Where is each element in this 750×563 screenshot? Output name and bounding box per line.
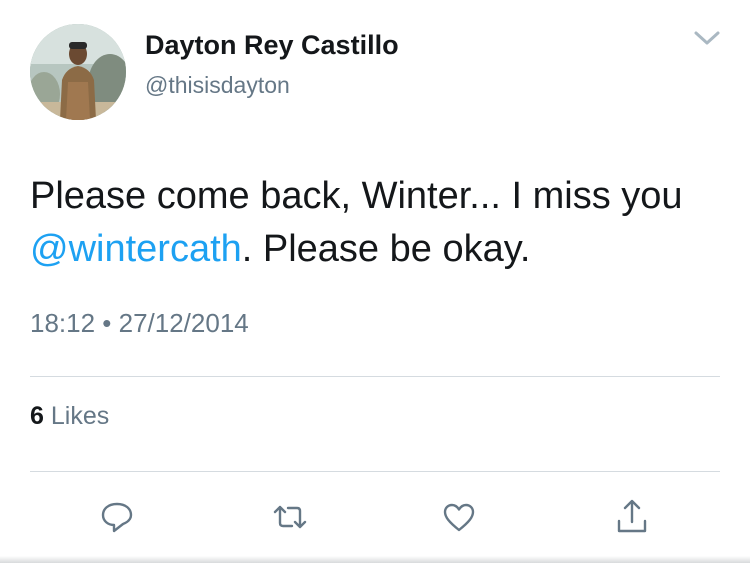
retweet-icon [273,505,307,529]
bottom-edge [0,556,750,563]
tweet-card: Dayton Rey Castillo @thisisdayton Please… [0,0,750,563]
retweet-button[interactable] [268,495,312,539]
action-bar [0,495,750,539]
heart-icon [443,503,475,532]
tweet-text-after: . Please be okay. [241,228,531,270]
reply-icon [101,502,133,533]
like-button[interactable] [437,495,481,539]
display-name[interactable]: Dayton Rey Castillo [145,30,399,61]
timestamp[interactable]: 18:12 • 27/12/2014 [30,308,249,339]
share-icon [617,499,647,533]
tweet-text: Please come back, Winter... I miss you @… [30,170,710,276]
chevron-down-icon[interactable] [692,26,722,50]
user-handle[interactable]: @thisisdayton [145,72,290,99]
avatar-photo [30,24,126,120]
share-button[interactable] [610,495,654,539]
divider [30,376,720,377]
mention-link[interactable]: @wintercath [30,228,242,270]
likes-stat[interactable]: 6 Likes [30,402,109,431]
likes-count: 6 [30,402,44,430]
likes-label: Likes [50,402,110,430]
reply-button[interactable] [95,495,139,539]
avatar[interactable] [30,24,126,120]
tweet-text-before: Please come back, Winter... I miss you [30,175,683,217]
divider [30,471,720,472]
